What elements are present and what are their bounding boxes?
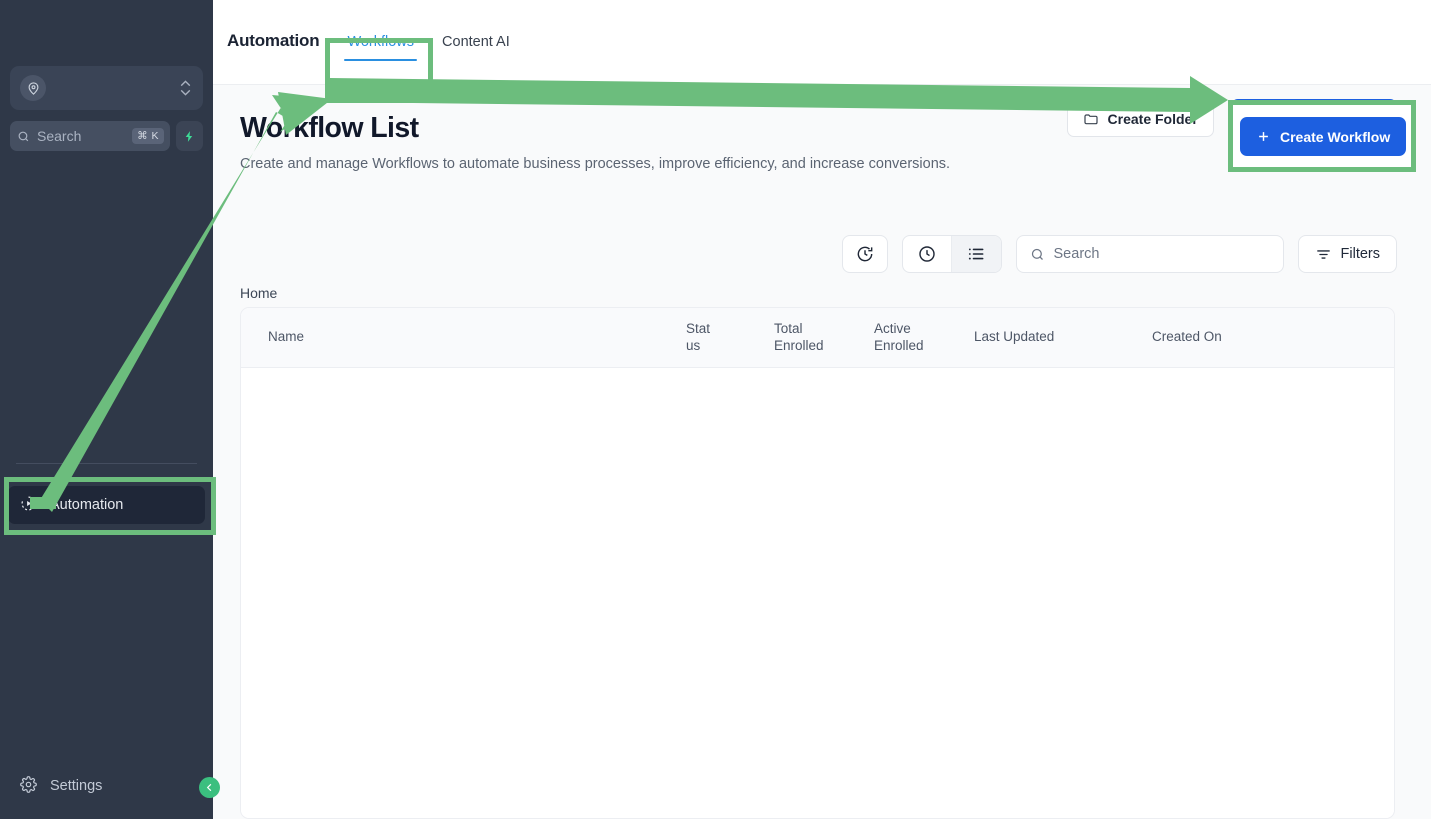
sidebar-item-label: Automation [50,497,124,513]
table-column-active-enrolled[interactable]: Active Enrolled [874,321,974,355]
history-button[interactable] [841,235,888,273]
sidebar-item-settings[interactable]: Settings [8,767,205,805]
tab-label: Content AI [442,34,510,50]
header-actions: Create Folder Create Workflow [1066,99,1397,138]
list-icon [968,248,984,260]
tab-label: Workflows [347,34,415,50]
main-content: Automation Workflows Content AI Workflow… [213,0,1431,819]
search-icon [1031,248,1043,260]
table-header-row: Name Stat us Total Enrolled Active Enrol… [241,308,1394,368]
tab-workflows[interactable]: Workflows [333,0,428,84]
chevron-up-down-icon [180,80,191,96]
topbar: Automation Workflows Content AI [213,0,1431,85]
search-input[interactable]: Search ⌘ K [10,121,170,151]
sidebar-filler [0,524,213,767]
table-column-created-on[interactable]: Created On [1152,329,1332,346]
search-icon [18,131,29,141]
search-placeholder: Search [37,128,82,144]
breadcrumb[interactable]: Home [240,285,277,301]
gear-icon [20,775,37,797]
account-switcher[interactable] [10,66,203,110]
chevron-left-icon [206,783,212,792]
table-body [241,368,1394,818]
page-app-title: Automation [227,31,320,50]
play-circle-icon [20,495,37,516]
list-search-placeholder: Search [1053,246,1100,262]
filters-button[interactable]: Filters [1297,235,1397,273]
search-shortcut-badge: ⌘ K [132,128,164,144]
list-toolbar: Search Filters [240,235,1397,273]
filters-label: Filters [1340,246,1380,262]
page-header: Workflow List Create and manage Workflow… [213,85,1431,175]
plus-icon [1249,114,1259,123]
list-search-input[interactable]: Search [1015,235,1284,273]
table-column-last-updated[interactable]: Last Updated [974,329,1152,346]
sidebar-item-label: Settings [50,778,103,794]
create-folder-button[interactable]: Create Folder [1066,100,1214,137]
clock-icon [918,246,935,262]
view-toggle-group [901,235,1002,273]
location-pin-icon [20,75,46,101]
table-column-status[interactable]: Stat us [686,321,774,355]
sidebar-divider [16,463,197,464]
clock-arrow-icon [857,246,872,262]
app-root: Search ⌘ K Automation Settings Automatio… [0,0,1431,819]
sidebar-bottom: Settings [0,767,213,819]
view-toggle-list[interactable] [951,236,1001,272]
tab-content-ai[interactable]: Content AI [428,0,524,84]
sidebar: Search ⌘ K Automation Settings [0,0,213,819]
create-folder-label: Create Folder [1107,110,1198,127]
folder-icon [1083,113,1098,124]
sidebar-item-automation[interactable]: Automation [8,486,205,524]
create-workflow-button[interactable]: Create Workflow [1230,99,1397,138]
lightning-bolt-icon[interactable] [176,121,203,151]
sidebar-collapse-button[interactable] [199,777,220,798]
sidebar-search-row: Search ⌘ K [10,121,203,151]
table-column-name[interactable]: Name [241,329,686,346]
tab-list: Workflows Content AI [319,0,523,84]
create-workflow-label: Create Workflow [1270,110,1381,127]
workflow-table: Name Stat us Total Enrolled Active Enrol… [240,307,1395,819]
table-column-total-enrolled[interactable]: Total Enrolled [774,321,874,355]
page-subtitle: Create and manage Workflows to automate … [240,156,951,172]
filter-lines-icon [1316,249,1330,259]
view-toggle-recent[interactable] [903,236,952,272]
